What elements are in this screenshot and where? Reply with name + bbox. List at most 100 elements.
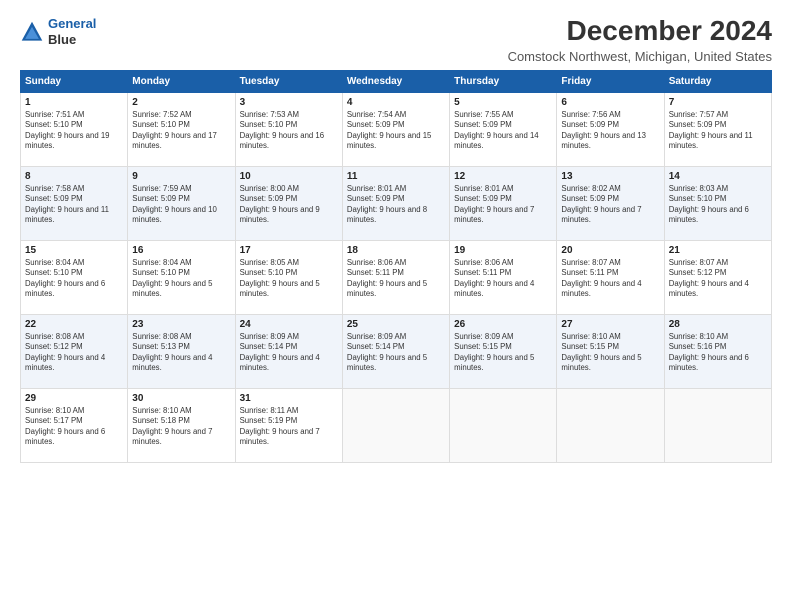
logo-text: General Blue [48, 16, 96, 47]
weekday-tuesday: Tuesday [235, 70, 342, 92]
calendar-week-4: 22 Sunrise: 8:08 AMSunset: 5:12 PMDayligh… [21, 314, 772, 388]
weekday-thursday: Thursday [450, 70, 557, 92]
day-info: Sunrise: 8:02 AMSunset: 5:09 PMDaylight:… [561, 184, 659, 226]
weekday-saturday: Saturday [664, 70, 771, 92]
day-number: 24 [240, 319, 338, 330]
day-info: Sunrise: 8:09 AMSunset: 5:14 PMDaylight:… [240, 332, 338, 374]
day-info: Sunrise: 8:00 AMSunset: 5:09 PMDaylight:… [240, 184, 338, 226]
day-number: 15 [25, 245, 123, 256]
calendar-cell: 31 Sunrise: 8:11 AMSunset: 5:19 PMDayligh… [235, 388, 342, 462]
weekday-friday: Friday [557, 70, 664, 92]
calendar-cell: 2Sunrise: 7:52 AMSunset: 5:10 PMDaylight… [128, 92, 235, 166]
day-info: Sunrise: 8:08 AMSunset: 5:12 PMDaylight:… [25, 332, 123, 374]
day-number: 27 [561, 319, 659, 330]
calendar-cell: 19 Sunrise: 8:06 AMSunset: 5:11 PMDayligh… [450, 240, 557, 314]
calendar-cell: 20 Sunrise: 8:07 AMSunset: 5:11 PMDayligh… [557, 240, 664, 314]
weekday-wednesday: Wednesday [342, 70, 449, 92]
day-info: Sunrise: 7:55 AMSunset: 5:09 PMDaylight:… [454, 110, 552, 152]
day-number: 5 [454, 97, 552, 108]
calendar-cell: 11 Sunrise: 8:01 AMSunset: 5:09 PMDayligh… [342, 166, 449, 240]
day-info: Sunrise: 8:09 AMSunset: 5:15 PMDaylight:… [454, 332, 552, 374]
calendar-cell: 28Sunrise: 8:10 AMSunset: 5:16 PMDayligh… [664, 314, 771, 388]
calendar-week-2: 8Sunrise: 7:58 AMSunset: 5:09 PMDaylight… [21, 166, 772, 240]
day-number: 25 [347, 319, 445, 330]
day-info: Sunrise: 8:08 AMSunset: 5:13 PMDaylight:… [132, 332, 230, 374]
day-number: 6 [561, 97, 659, 108]
day-info: Sunrise: 8:03 AMSunset: 5:10 PMDaylight:… [669, 184, 767, 226]
calendar-cell: 10 Sunrise: 8:00 AMSunset: 5:09 PMDayligh… [235, 166, 342, 240]
calendar-cell [342, 388, 449, 462]
day-info: Sunrise: 8:05 AMSunset: 5:10 PMDaylight:… [240, 258, 338, 300]
calendar-cell: 18 Sunrise: 8:06 AMSunset: 5:11 PMDayligh… [342, 240, 449, 314]
day-info: Sunrise: 8:07 AMSunset: 5:11 PMDaylight:… [561, 258, 659, 300]
calendar-cell: 9 Sunrise: 7:59 AMSunset: 5:09 PMDaylight… [128, 166, 235, 240]
day-number: 23 [132, 319, 230, 330]
day-number: 4 [347, 97, 445, 108]
day-info: Sunrise: 8:04 AMSunset: 5:10 PMDaylight:… [25, 258, 123, 300]
day-info: Sunrise: 7:51 AMSunset: 5:10 PMDaylight:… [25, 110, 123, 152]
calendar-week-1: 1 Sunrise: 7:51 AMSunset: 5:10 PMDaylight… [21, 92, 772, 166]
day-info: Sunrise: 8:11 AMSunset: 5:19 PMDaylight:… [240, 406, 338, 448]
calendar-cell: 21Sunrise: 8:07 AMSunset: 5:12 PMDayligh… [664, 240, 771, 314]
day-info: Sunrise: 7:59 AMSunset: 5:09 PMDaylight:… [132, 184, 230, 226]
calendar-week-5: 29Sunrise: 8:10 AMSunset: 5:17 PMDayligh… [21, 388, 772, 462]
calendar-cell: 7 Sunrise: 7:57 AMSunset: 5:09 PMDaylight… [664, 92, 771, 166]
day-info: Sunrise: 7:54 AMSunset: 5:09 PMDaylight:… [347, 110, 445, 152]
day-number: 11 [347, 171, 445, 182]
calendar-table: SundayMondayTuesdayWednesdayThursdayFrid… [20, 70, 772, 463]
day-info: Sunrise: 8:09 AMSunset: 5:14 PMDaylight:… [347, 332, 445, 374]
day-info: Sunrise: 8:10 AMSunset: 5:18 PMDaylight:… [132, 406, 230, 448]
day-number: 22 [25, 319, 123, 330]
calendar-cell [664, 388, 771, 462]
day-info: Sunrise: 7:52 AMSunset: 5:10 PMDaylight:… [132, 110, 230, 152]
calendar-cell: 16Sunrise: 8:04 AMSunset: 5:10 PMDayligh… [128, 240, 235, 314]
day-number: 12 [454, 171, 552, 182]
day-info: Sunrise: 7:58 AMSunset: 5:09 PMDaylight:… [25, 184, 123, 226]
day-number: 26 [454, 319, 552, 330]
calendar-body: 1 Sunrise: 7:51 AMSunset: 5:10 PMDaylight… [21, 92, 772, 462]
page-header: General Blue December 2024 Comstock Nort… [20, 16, 772, 64]
day-number: 14 [669, 171, 767, 182]
logo: General Blue [20, 16, 96, 47]
calendar-cell: 5 Sunrise: 7:55 AMSunset: 5:09 PMDaylight… [450, 92, 557, 166]
day-number: 10 [240, 171, 338, 182]
day-info: Sunrise: 8:06 AMSunset: 5:11 PMDaylight:… [454, 258, 552, 300]
day-number: 30 [132, 393, 230, 404]
calendar-cell [557, 388, 664, 462]
day-info: Sunrise: 8:04 AMSunset: 5:10 PMDaylight:… [132, 258, 230, 300]
day-info: Sunrise: 8:10 AMSunset: 5:15 PMDaylight:… [561, 332, 659, 374]
day-info: Sunrise: 8:07 AMSunset: 5:12 PMDaylight:… [669, 258, 767, 300]
calendar-cell: 8Sunrise: 7:58 AMSunset: 5:09 PMDaylight… [21, 166, 128, 240]
day-number: 28 [669, 319, 767, 330]
day-number: 3 [240, 97, 338, 108]
day-info: Sunrise: 8:10 AMSunset: 5:17 PMDaylight:… [25, 406, 123, 448]
day-info: Sunrise: 7:56 AMSunset: 5:09 PMDaylight:… [561, 110, 659, 152]
logo-line2: Blue [48, 32, 96, 48]
title-block: December 2024 Comstock Northwest, Michig… [508, 16, 772, 64]
weekday-monday: Monday [128, 70, 235, 92]
calendar-cell: 25 Sunrise: 8:09 AMSunset: 5:14 PMDayligh… [342, 314, 449, 388]
calendar-cell: 3 Sunrise: 7:53 AMSunset: 5:10 PMDaylight… [235, 92, 342, 166]
day-number: 19 [454, 245, 552, 256]
calendar-cell: 15 Sunrise: 8:04 AMSunset: 5:10 PMDayligh… [21, 240, 128, 314]
day-number: 7 [669, 97, 767, 108]
calendar-cell: 23 Sunrise: 8:08 AMSunset: 5:13 PMDayligh… [128, 314, 235, 388]
day-number: 20 [561, 245, 659, 256]
logo-icon [20, 20, 44, 44]
calendar-cell [450, 388, 557, 462]
day-number: 13 [561, 171, 659, 182]
day-number: 9 [132, 171, 230, 182]
calendar-cell: 14 Sunrise: 8:03 AMSunset: 5:10 PMDayligh… [664, 166, 771, 240]
day-number: 18 [347, 245, 445, 256]
month-title: December 2024 [508, 16, 772, 47]
day-info: Sunrise: 7:57 AMSunset: 5:09 PMDaylight:… [669, 110, 767, 152]
logo-line1: General [48, 16, 96, 31]
day-number: 31 [240, 393, 338, 404]
calendar-cell: 4 Sunrise: 7:54 AMSunset: 5:09 PMDaylight… [342, 92, 449, 166]
day-number: 1 [25, 97, 123, 108]
calendar-cell: 26 Sunrise: 8:09 AMSunset: 5:15 PMDayligh… [450, 314, 557, 388]
day-info: Sunrise: 8:06 AMSunset: 5:11 PMDaylight:… [347, 258, 445, 300]
calendar-cell: 30 Sunrise: 8:10 AMSunset: 5:18 PMDayligh… [128, 388, 235, 462]
day-info: Sunrise: 7:53 AMSunset: 5:10 PMDaylight:… [240, 110, 338, 152]
day-info: Sunrise: 8:01 AMSunset: 5:09 PMDaylight:… [347, 184, 445, 226]
